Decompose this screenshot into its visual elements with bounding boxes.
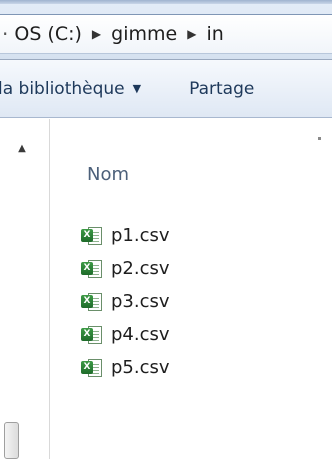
excel-csv-icon: X [81,259,103,279]
dropdown-arrow-icon: ▼ [132,82,142,95]
file-list-pane: Nom X p1.csv X p2.csv X p3.csv X p4.csv … [51,119,332,459]
navigation-pane: ▲ [0,119,50,459]
share-label: Partage [189,78,255,99]
list-item[interactable]: X p3.csv [81,285,170,318]
column-header-name[interactable]: Nom [87,164,129,185]
list-item[interactable]: X p4.csv [81,318,170,351]
chevron-right-icon[interactable]: ▶ [92,27,101,41]
include-in-library-button[interactable]: la bibliothèque ▼ [0,79,141,99]
breadcrumb[interactable]: · OS (C:) ▶ gimme ▶ in [0,14,332,54]
excel-csv-icon: X [81,358,103,378]
file-name: p3.csv [111,291,170,312]
file-name: p2.csv [111,258,170,279]
list-item[interactable]: X p2.csv [81,252,170,285]
file-name: p1.csv [111,225,170,246]
include-in-library-label: la bibliothèque [0,78,125,99]
file-name: p4.csv [111,324,170,345]
list-item[interactable]: X p5.csv [81,351,170,384]
breadcrumb-item-in[interactable]: in [206,23,223,45]
excel-csv-icon: X [81,292,103,312]
list-item[interactable]: X p1.csv [81,219,170,252]
file-list: X p1.csv X p2.csv X p3.csv X p4.csv X p5… [81,219,170,384]
scrollbar-thumb[interactable] [4,422,19,459]
file-name: p5.csv [111,357,170,378]
column-divider[interactable] [318,137,321,140]
address-bar: · OS (C:) ▶ gimme ▶ in [0,4,332,60]
command-toolbar: la bibliothèque ▼ Partage [0,60,332,118]
breadcrumb-item-gimme[interactable]: gimme [111,23,177,45]
breadcrumb-overflow[interactable]: · [2,22,8,46]
share-button[interactable]: Partage [189,79,254,99]
breadcrumb-item-os-c[interactable]: OS (C:) [14,23,82,45]
excel-csv-icon: X [81,226,103,246]
chevron-right-icon[interactable]: ▶ [187,27,196,41]
scroll-up-arrow-icon[interactable]: ▲ [12,140,32,156]
excel-csv-icon: X [81,325,103,345]
